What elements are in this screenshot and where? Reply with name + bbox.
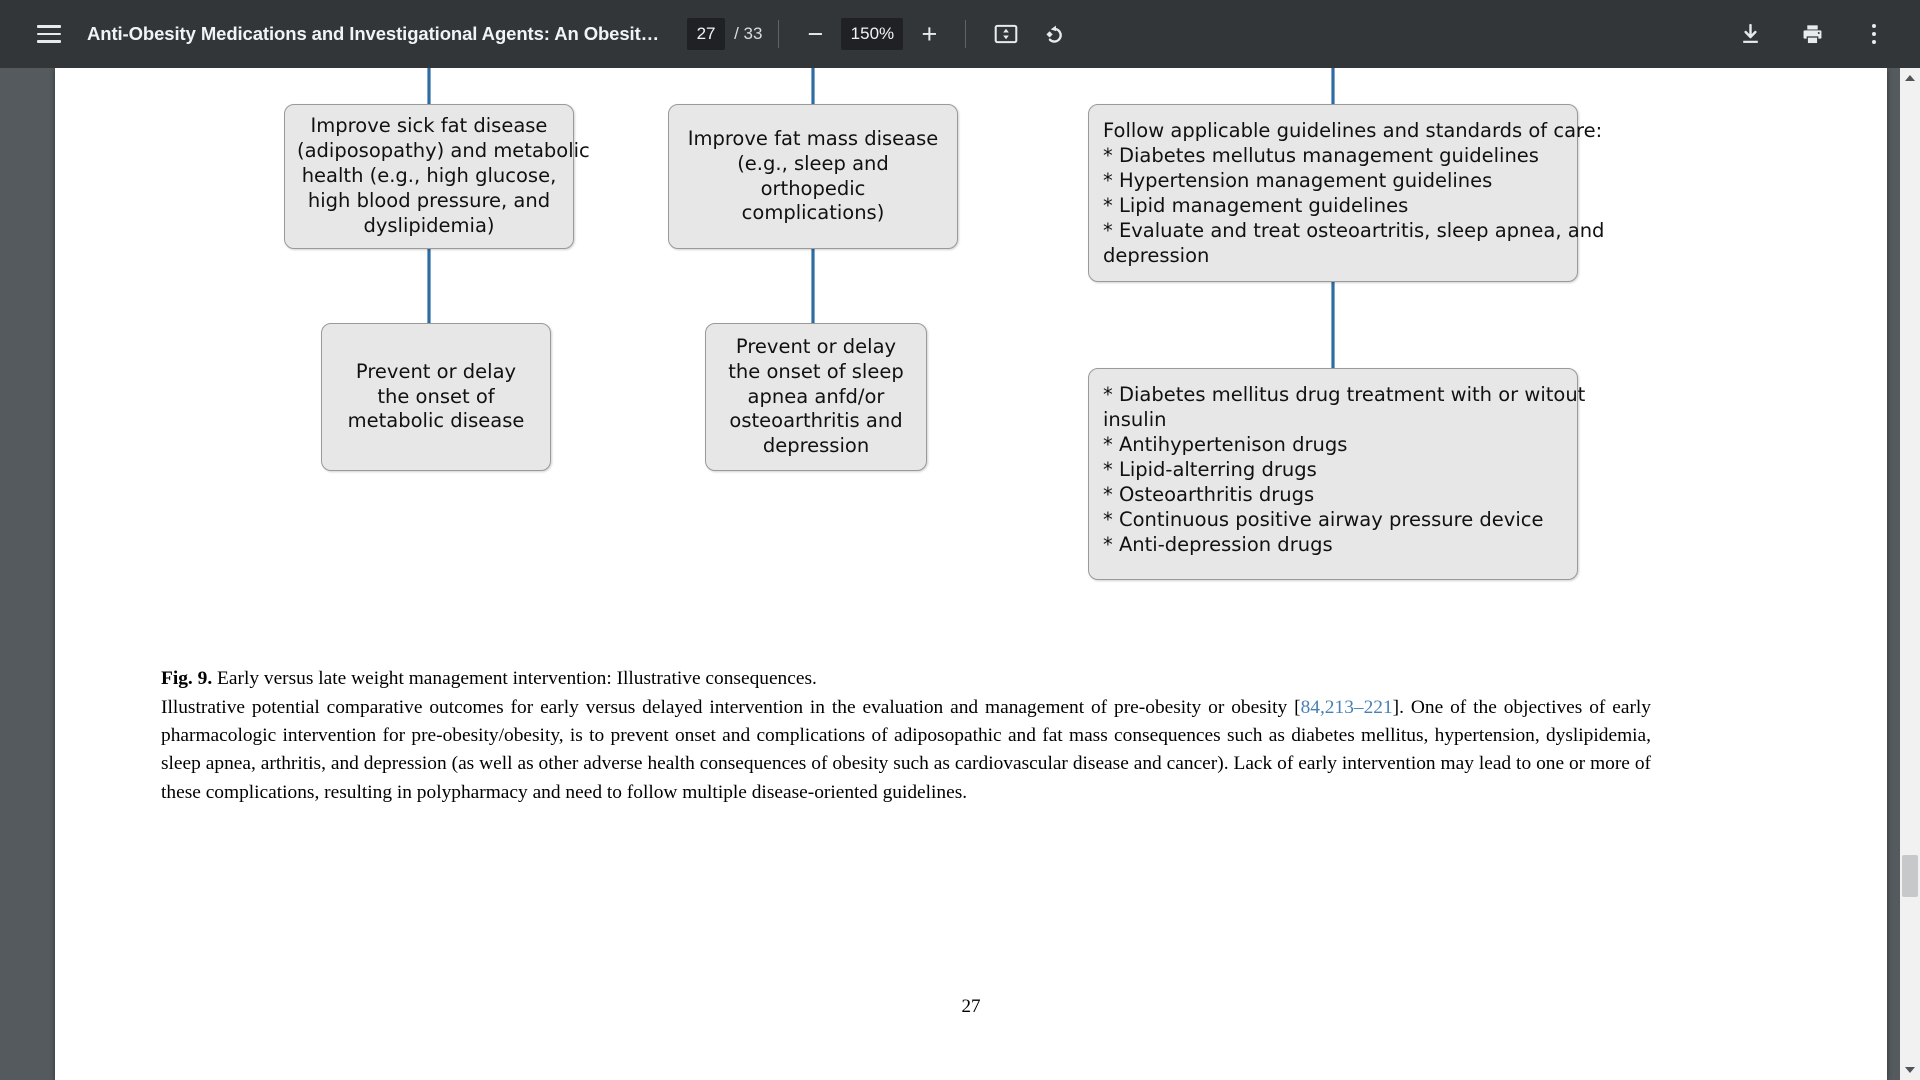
scroll-up-button[interactable] (1900, 68, 1920, 88)
node-line: the onset of (377, 384, 495, 408)
node-line: (e.g., sleep and (737, 151, 889, 175)
citation-link[interactable]: 84,213–221 (1301, 697, 1393, 718)
download-icon (1742, 23, 1758, 43)
chevron-down-icon (1905, 1067, 1915, 1073)
node-line: Improve sick fat disease (310, 114, 548, 138)
node-line: Prevent or delay (735, 334, 897, 358)
zoom-level-display[interactable]: 150% (841, 18, 904, 50)
figure-9-flowchart: Improve sick fat disease (adiposopathy) … (55, 68, 1887, 668)
flow-node-follow-guidelines: Follow applicable guidelines and standar… (1088, 104, 1605, 282)
node-line: depression (762, 434, 870, 458)
chevron-up-icon (1905, 75, 1915, 81)
node-line: * Hypertension management guidelines (1103, 168, 1493, 192)
zoom-out-button[interactable]: − (795, 14, 835, 54)
node-line: Prevent or delay (355, 359, 517, 383)
page-footer-number: 27 (961, 996, 981, 1017)
flow-node-improve-sick-fat-disease: Improve sick fat disease (adiposopathy) … (284, 104, 590, 249)
node-line: apnea anfd/or (747, 384, 885, 408)
toolbar-divider-2 (965, 20, 967, 48)
caption-body: Illustrative potential comparative outco… (161, 694, 1651, 807)
rotate-counterclockwise-button[interactable] (1030, 10, 1078, 58)
toolbar-divider-1 (778, 20, 780, 48)
download-button[interactable] (1726, 10, 1774, 58)
node-line: * Antihypertenison drugs (1103, 432, 1348, 456)
rotate-counterclockwise-icon (1046, 25, 1062, 43)
toolbar-right-actions (1712, 10, 1898, 58)
page-total-label: / 33 (734, 24, 763, 43)
node-line: * Anti-depression drugs (1103, 532, 1333, 556)
node-line: * Lipid-alterring drugs (1103, 457, 1317, 481)
scroll-down-button[interactable] (1900, 1060, 1920, 1080)
node-line: orthopedic (760, 176, 866, 200)
node-line: osteoarthritis and (729, 409, 903, 433)
flow-node-prevent-metabolic-disease: Prevent or delay the onset of metabolic … (321, 323, 551, 471)
caption-body-part1: Illustrative potential comparative outco… (161, 697, 1301, 719)
fit-to-page-button[interactable] (982, 10, 1030, 58)
more-vertical-icon (1872, 24, 1876, 44)
node-line: Follow applicable guidelines and standar… (1103, 119, 1603, 142)
hamburger-menu-icon (37, 20, 61, 48)
node-line: complications) (741, 201, 885, 225)
zoom-in-button[interactable]: + (909, 14, 949, 54)
node-line: health (e.g., high glucose, (301, 164, 557, 188)
pdf-viewer-toolbar: Anti-Obesity Medications and Investigati… (0, 0, 1920, 68)
node-line: Improve fat mass disease (687, 126, 939, 150)
node-line: * Evaluate and treat osteoartritis, slee… (1103, 218, 1605, 242)
caption-title-line: Fig. 9. Early versus late weight managem… (161, 665, 1651, 693)
figure-title: Early versus late weight management inte… (217, 668, 817, 689)
page-navigation: / 33 (687, 18, 762, 50)
node-line: the onset of sleep (728, 359, 904, 383)
more-actions-button[interactable] (1850, 10, 1898, 58)
node-line: * Diabetes mellutus management guideline… (1103, 143, 1539, 167)
scrollbar-thumb[interactable] (1902, 855, 1918, 897)
flow-node-prevent-sleep-apnea: Prevent or delay the onset of sleep apne… (705, 323, 927, 471)
print-button[interactable] (1788, 10, 1836, 58)
print-icon (1803, 24, 1821, 44)
node-line: metabolic disease (347, 409, 525, 433)
pdf-page: Improve sick fat disease (adiposopathy) … (55, 68, 1887, 1080)
node-line: high blood pressure, and (307, 188, 551, 212)
page-number-input[interactable] (687, 18, 726, 50)
flow-node-drug-treatments: * Diabetes mellitus drug treatment with … (1088, 368, 1586, 580)
node-line: * Lipid management guidelines (1103, 193, 1409, 217)
pdf-viewer-area[interactable]: Improve sick fat disease (adiposopathy) … (0, 68, 1920, 1080)
node-line: * Continuous positive airway pressure de… (1103, 507, 1544, 531)
node-line: * Osteoarthritis drugs (1103, 482, 1315, 506)
vertical-scrollbar[interactable] (1900, 68, 1920, 1080)
node-line: (adiposopathy) and metabolic (297, 139, 590, 163)
figure-caption: Fig. 9. Early versus late weight managem… (161, 665, 1651, 807)
fit-to-page-icon (995, 24, 1018, 44)
node-line: insulin (1103, 407, 1167, 431)
zoom-controls: − 150% + (795, 14, 949, 54)
node-line: dyslipidemia) (363, 213, 495, 237)
node-line: depression (1103, 243, 1210, 267)
document-title: Anti-Obesity Medications and Investigati… (87, 23, 660, 44)
flow-node-improve-fat-mass-disease: Improve fat mass disease (e.g., sleep an… (668, 104, 958, 249)
node-line: * Diabetes mellitus drug treatment with … (1103, 383, 1586, 406)
menu-button[interactable] (25, 10, 73, 58)
figure-label: Fig. 9. (161, 668, 213, 689)
